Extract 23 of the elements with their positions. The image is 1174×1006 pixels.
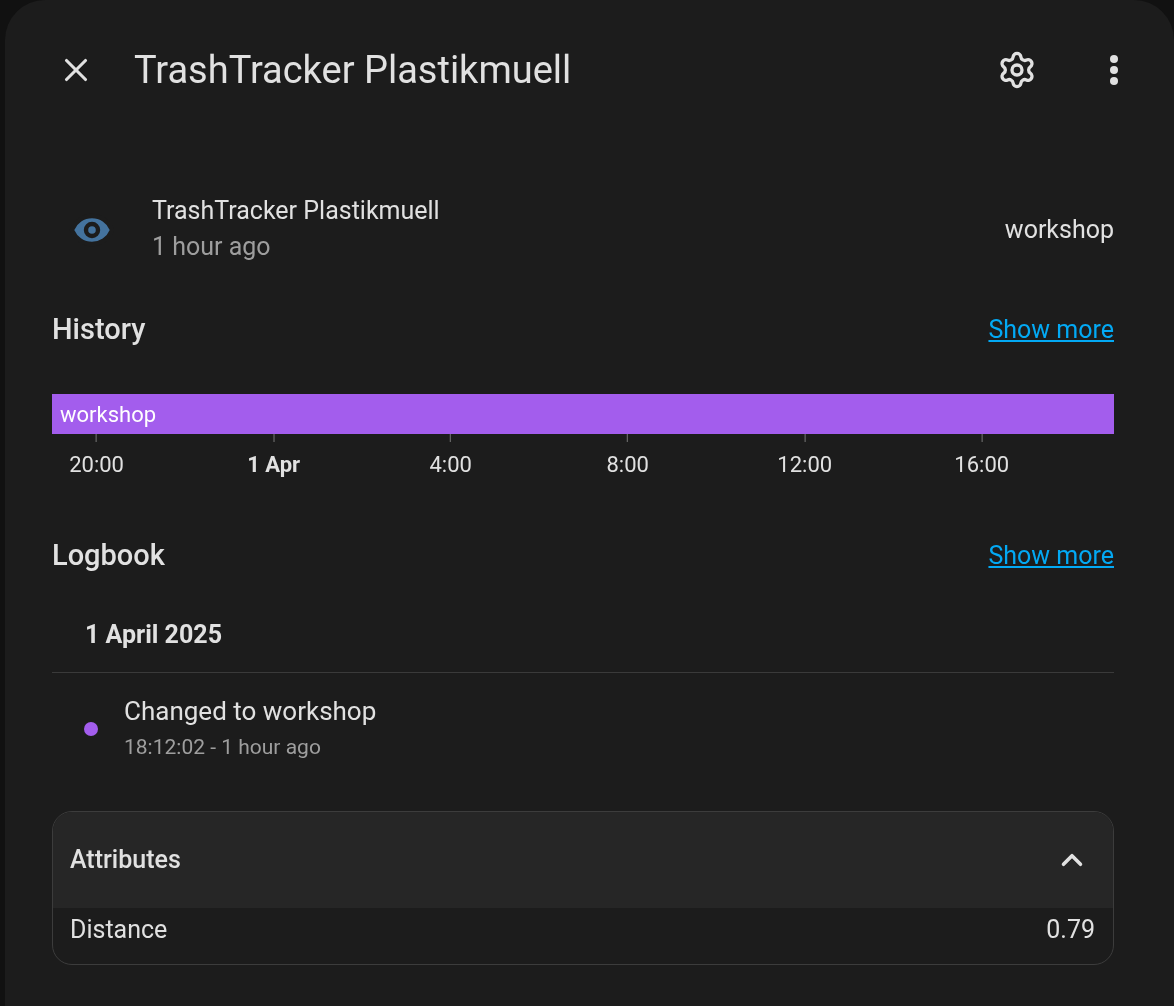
attributes-header[interactable]: Attributes bbox=[53, 811, 1113, 908]
log-entry-message: Changed to workshop bbox=[124, 694, 377, 728]
settings-icon bbox=[997, 50, 1037, 90]
show-more-link[interactable]: Show more bbox=[988, 311, 1114, 349]
attribute-value: 0.79 bbox=[1046, 913, 1095, 946]
logbook-heading: Logbook bbox=[52, 537, 165, 575]
axis-tick-label: 8:00 bbox=[606, 454, 649, 476]
entity-state: workshop bbox=[1004, 214, 1114, 247]
axis-tick-label: 16:00 bbox=[954, 454, 1010, 476]
more-options-icon bbox=[1109, 54, 1119, 86]
timeline-bar-label: workshop bbox=[60, 400, 157, 429]
dialog-title: TrashTracker Plastikmuell bbox=[134, 46, 573, 94]
attribute-name: Distance bbox=[70, 913, 168, 946]
axis-tick-label: 4:00 bbox=[429, 454, 472, 476]
entity-name: TrashTracker Plastikmuell bbox=[152, 195, 441, 227]
log-entry-time: 18:12:02 - 1 hour ago bbox=[124, 733, 322, 761]
axis-tick-label: 20:00 bbox=[69, 454, 124, 476]
show-more-link[interactable]: Show more bbox=[988, 537, 1114, 575]
axis-tick-label: 12:00 bbox=[777, 454, 833, 476]
last-changed-text: 1 hour ago bbox=[152, 231, 272, 263]
axis-tick-label: 1 Apr bbox=[247, 454, 301, 476]
logbook-date: 1 April 2025 bbox=[85, 619, 223, 651]
history-heading: History bbox=[52, 311, 146, 349]
